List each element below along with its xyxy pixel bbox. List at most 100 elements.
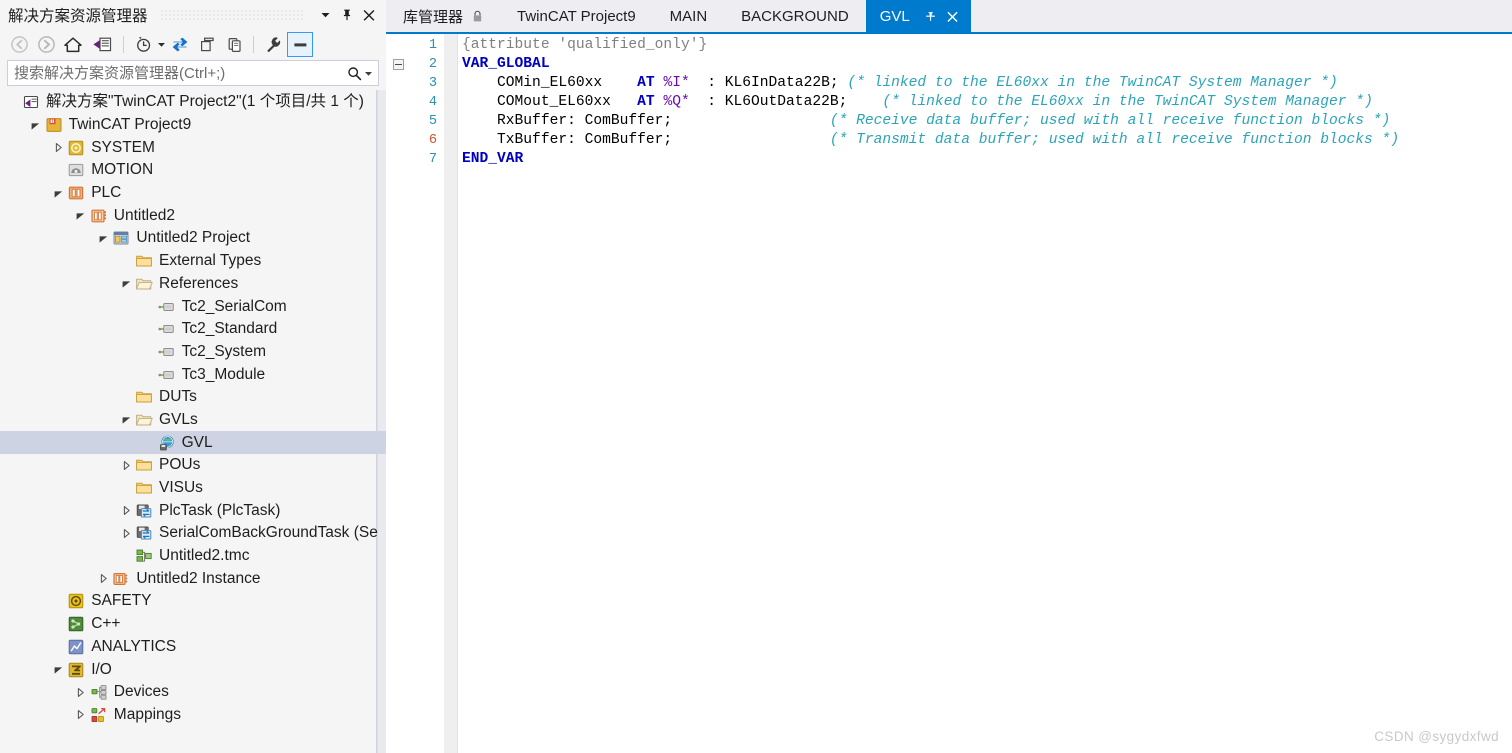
chevron-expanded-icon[interactable] [73, 205, 89, 227]
show-all-files-icon[interactable] [194, 32, 220, 57]
code-token: RxBuffer: ComBuffer; [462, 113, 830, 129]
close-icon[interactable] [944, 4, 961, 28]
chevron-expanded-icon[interactable] [95, 227, 111, 249]
chevron-collapsed-icon[interactable] [73, 704, 89, 726]
solution-explorer-button[interactable] [87, 32, 117, 57]
motion-icon [66, 160, 86, 180]
search-icon[interactable] [346, 63, 363, 83]
code-line[interactable]: {attribute 'qualified_only'} [462, 36, 1512, 55]
tree-item-tc2-system[interactable]: Tc2_System [0, 341, 386, 364]
tree-item-label: Untitled2 [113, 206, 175, 224]
tree-item-mappings[interactable]: Mappings [0, 704, 386, 727]
tree-item-untitled2-tmc[interactable]: Untitled2.tmc [0, 545, 386, 568]
tree-item-references[interactable]: References [0, 273, 386, 296]
code-token: (* linked to the EL60xx in the TwinCAT S… [847, 75, 1338, 91]
tree-item-plctask-plctask[interactable]: PlcTask (PlcTask) [0, 499, 386, 522]
solution-explorer-title: 解决方案资源管理器 [8, 7, 148, 25]
tree-item-tc2-serialcom[interactable]: Tc2_SerialCom [0, 295, 386, 318]
chevron-down-icon[interactable] [314, 4, 336, 26]
tree-item-system[interactable]: SYSTEM [0, 136, 386, 159]
tree-item-gvl[interactable]: GVL [0, 431, 386, 454]
editor-tab-[interactable]: 库管理器 [386, 0, 501, 32]
tree-item-untitled2[interactable]: Untitled2 [0, 204, 386, 227]
fold-margin[interactable] [386, 34, 413, 753]
pending-changes-icon[interactable] [130, 32, 156, 57]
code-token: %Q* [663, 94, 690, 110]
selection-margin[interactable] [444, 34, 458, 753]
panel-drag-handle[interactable] [159, 8, 304, 21]
editor-tab-background[interactable]: BACKGROUND [724, 0, 866, 32]
editor-tab-twincat-project9[interactable]: TwinCAT Project9 [500, 0, 653, 32]
search-input[interactable] [14, 62, 346, 84]
tree-item-i-o[interactable]: I/O [0, 658, 386, 681]
tree-item-duts[interactable]: DUTs [0, 386, 386, 409]
chevron-collapsed-icon[interactable] [73, 681, 89, 703]
gvl-icon [157, 433, 177, 453]
tree-item-tc2-standard[interactable]: Tc2_Standard [0, 318, 386, 341]
tree-item-external-types[interactable]: External Types [0, 250, 386, 273]
code-token: (* Transmit data buffer; used with all r… [829, 132, 1400, 148]
preview-selected-items-button[interactable] [287, 32, 313, 57]
tree-item-motion[interactable]: MOTION [0, 159, 386, 182]
tree-item-plc[interactable]: PLC [0, 182, 386, 205]
editor-tab-main[interactable]: MAIN [652, 0, 725, 32]
back-button[interactable] [6, 32, 32, 57]
line-number: 5 [428, 114, 437, 129]
code-line[interactable]: TxBuffer: ComBuffer; (* Transmit data bu… [462, 131, 1512, 150]
tree-item-pous[interactable]: POUs [0, 454, 386, 477]
tree-item-safety[interactable]: SAFETY [0, 590, 386, 613]
line-number: 4 [428, 95, 437, 110]
editor-tab-gvl[interactable]: GVL [865, 0, 971, 32]
chevron-collapsed-icon[interactable] [95, 568, 111, 590]
code-line[interactable]: COMout_EL60xx AT %Q* : KL6OutData22B; (*… [462, 93, 1512, 112]
home-button[interactable] [60, 32, 86, 57]
pending-changes-dropdown-icon[interactable] [157, 34, 166, 56]
search-box[interactable] [7, 60, 379, 86]
tree-item-analytics[interactable]: ANALYTICS [0, 636, 386, 659]
copy-icon[interactable] [221, 32, 247, 57]
code-line[interactable]: END_VAR [462, 150, 1512, 169]
tree-item-label: Mappings [113, 705, 182, 723]
forward-button[interactable] [33, 32, 59, 57]
properties-wrench-icon[interactable] [260, 32, 286, 57]
tree-item-twincat-project9[interactable]: TwinCAT Project9 [0, 114, 386, 137]
code-line[interactable]: VAR_GLOBAL [462, 55, 1512, 74]
chevron-expanded-icon[interactable] [50, 182, 66, 204]
tree-item-untitled2-project[interactable]: Untitled2 Project [0, 227, 386, 250]
tree-item-tc3-module[interactable]: Tc3_Module [0, 363, 386, 386]
code-text-area[interactable]: {attribute 'qualified_only'} VAR_GLOBAL C… [458, 34, 1512, 753]
chevron-expanded-icon[interactable] [50, 659, 66, 681]
tree-item-gvls[interactable]: GVLs [0, 409, 386, 432]
chevron-expanded-icon[interactable] [28, 114, 44, 136]
search-container [0, 60, 386, 90]
chevron-collapsed-icon[interactable] [118, 454, 134, 476]
chevron-expanded-icon[interactable] [118, 273, 134, 295]
chevron-collapsed-icon[interactable] [118, 500, 134, 522]
tree-item-c[interactable]: C++ [0, 613, 386, 636]
code-editor[interactable]: 1 2 3 4 5 6 7 {attribute 'qualified_only'} VAR_… [386, 32, 1512, 753]
tree-item-visus[interactable]: VISUs [0, 477, 386, 500]
solution-tree[interactable]: 解决方案"TwinCAT Project2"(1 个项目/共 1 个) TwinC… [0, 90, 386, 753]
code-token: COMin_EL60xx [462, 75, 638, 91]
tree-item-untitled2-instance[interactable]: Untitled2 Instance [0, 567, 386, 590]
chevron-collapsed-icon[interactable] [50, 137, 66, 159]
code-token: AT [637, 75, 664, 91]
code-line[interactable]: RxBuffer: ComBuffer; (* Receive data buf… [462, 112, 1512, 131]
solution-icon [21, 92, 41, 112]
search-options-chevron-icon[interactable] [363, 63, 374, 83]
tree-item-serialcombackgroundtask-se[interactable]: SerialComBackGroundTask (Se [0, 522, 386, 545]
chevron-expanded-icon[interactable] [118, 409, 134, 431]
sync-with-active-document-icon[interactable] [167, 32, 193, 57]
tree-item-devices[interactable]: Devices [0, 681, 386, 704]
tree-item-twincat-project2-1-1[interactable]: 解决方案"TwinCAT Project2"(1 个项目/共 1 个) [0, 91, 386, 114]
pin-icon[interactable] [336, 4, 358, 26]
chevron-collapsed-icon[interactable] [118, 522, 134, 544]
line-number: 1 [428, 38, 437, 53]
fold-collapse-icon[interactable] [393, 59, 404, 70]
safety-icon [66, 591, 86, 611]
close-icon[interactable] [358, 4, 380, 26]
pin-icon[interactable] [922, 4, 939, 28]
code-line[interactable]: COMin_EL60xx AT %I* : KL6InData22B; (* l… [462, 74, 1512, 93]
